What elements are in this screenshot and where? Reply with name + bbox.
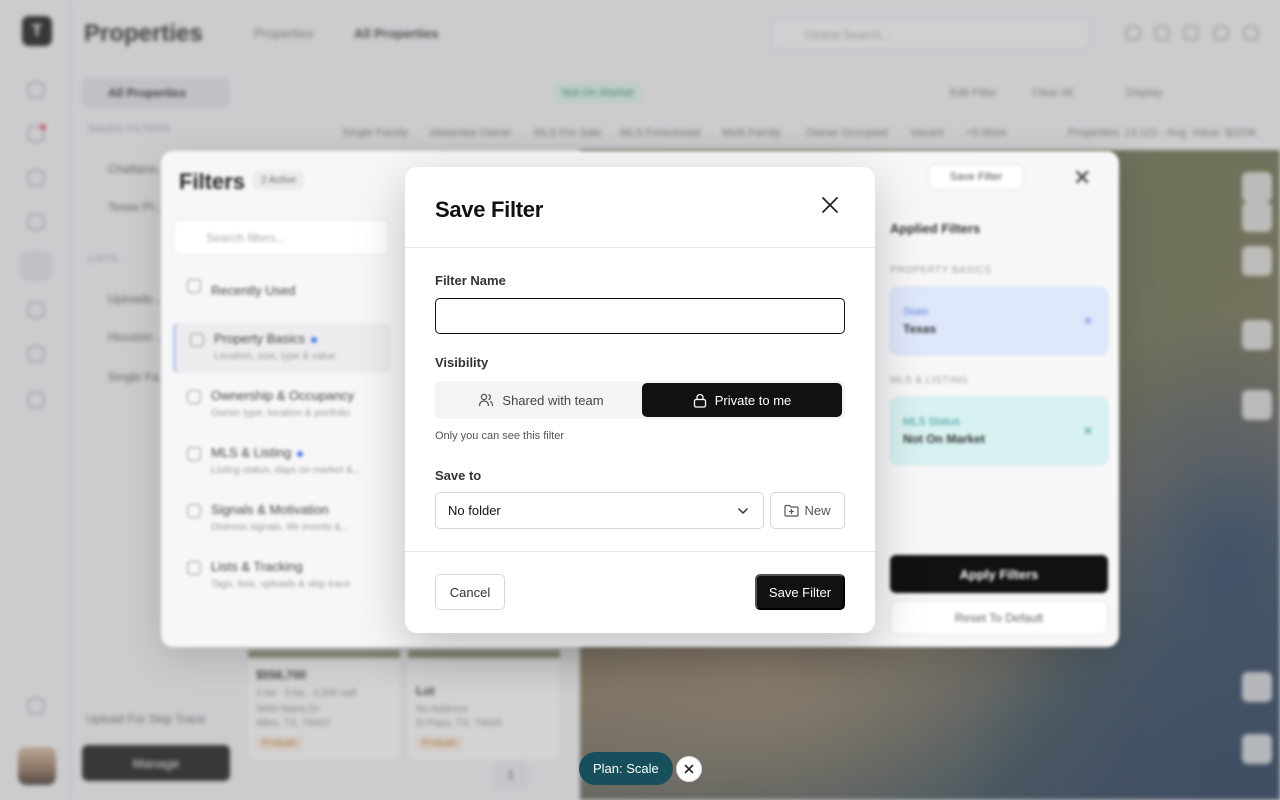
filter-category[interactable]: Signals & Motivation Distress signals, l… (173, 494, 391, 544)
footer-divider (405, 551, 875, 552)
category-title-text: Property Basics (214, 331, 306, 346)
category-subtitle: Listing status, days on market &... (211, 465, 362, 476)
applied-filter-value: Not On Market (903, 432, 986, 446)
filter-category[interactable]: Ownership & Occupancy Owner type, locati… (173, 380, 391, 430)
dialog-title: Save Filter (435, 197, 543, 222)
active-count-badge: 2 Active (253, 171, 305, 190)
folder-select-value: No folder (448, 503, 501, 518)
visibility-hint: Only you can see this filter (435, 430, 565, 442)
folder-select[interactable]: No folder (435, 492, 764, 529)
users-icon (479, 393, 494, 407)
applied-section-label: MLS & LISTING (890, 375, 969, 386)
new-folder-label: New (804, 503, 831, 518)
remove-filter-icon[interactable]: ✕ (1083, 424, 1093, 438)
save-filter-header-button[interactable]: Save Filter (928, 164, 1024, 190)
active-dot (297, 450, 304, 457)
reset-to-default-button[interactable]: Reset To Default (890, 601, 1108, 635)
plan-badge[interactable]: Plan: Scale (579, 752, 673, 785)
applied-filter-key: MLS Status (903, 416, 960, 428)
category-title: Signals & Motivation (211, 502, 329, 517)
remove-filter-icon[interactable]: ✕ (1083, 314, 1093, 328)
close-icon (684, 764, 694, 774)
category-title-text: MLS & Listing (211, 445, 292, 460)
lock-icon (693, 393, 706, 408)
home-icon (190, 333, 204, 347)
filter-category[interactable]: MLS & Listing Listing status, days on ma… (173, 437, 391, 487)
filter-category[interactable]: Lists & Tracking Tags, lists, uploads & … (173, 551, 391, 601)
tag-icon (187, 561, 201, 575)
category-subtitle: Distress signals, life events &... (211, 522, 350, 533)
applied-filter-value: Texas (903, 322, 937, 336)
close-icon (822, 197, 838, 213)
folder-plus-icon (784, 504, 800, 517)
dismiss-plan-button[interactable] (676, 756, 702, 782)
close-dialog-button[interactable] (814, 189, 846, 221)
save-to-label: Save to (435, 468, 482, 483)
visibility-private-option[interactable]: Private to me (642, 383, 842, 417)
apply-filters-button[interactable]: Apply Filters (890, 555, 1108, 593)
new-folder-button[interactable]: New (770, 492, 845, 529)
header-divider (405, 247, 875, 248)
visibility-private-label: Private to me (714, 392, 792, 408)
history-icon (187, 279, 201, 293)
filter-name-input[interactable] (435, 298, 845, 334)
visibility-toggle: Shared with team Private to me (435, 381, 845, 419)
save-filter-button[interactable]: Save Filter (755, 574, 845, 610)
chevron-down-icon (738, 508, 748, 514)
users-icon (187, 390, 201, 404)
visibility-shared-label: Shared with team (502, 392, 604, 408)
recently-used-item[interactable]: Recently Used (173, 269, 391, 319)
save-filter-dialog: Save Filter Filter Name Visibility Share… (405, 167, 875, 633)
applied-filter-key: State (903, 306, 929, 318)
applied-filters-title: Applied Filters (890, 221, 981, 236)
active-dot (311, 336, 318, 343)
filter-category[interactable]: Property Basics Location, size, type & v… (173, 323, 391, 373)
category-title: Lists & Tracking (211, 559, 303, 574)
category-subtitle: Tags, lists, uploads & skip trace (211, 579, 351, 590)
signal-icon (187, 504, 201, 518)
applied-section-label: PROPERTY BASICS (890, 265, 992, 276)
category-subtitle: Location, size, type & value (214, 351, 336, 362)
category-title: Property Basics (214, 331, 318, 346)
category-title: MLS & Listing (211, 445, 304, 460)
list-icon (187, 447, 201, 461)
category-title: Ownership & Occupancy (211, 388, 355, 403)
visibility-label: Visibility (435, 355, 489, 370)
filter-name-label: Filter Name (435, 273, 506, 288)
cancel-button[interactable]: Cancel (435, 574, 505, 610)
filters-title: Filters (179, 169, 246, 194)
visibility-shared-option[interactable]: Shared with team (441, 383, 641, 417)
filter-search-input[interactable]: Search filters... (173, 219, 389, 255)
close-filters-icon[interactable]: ✕ (1073, 165, 1091, 191)
recently-used-label: Recently Used (211, 283, 296, 298)
applied-filter-card[interactable]: MLS Status Not On Market ✕ (890, 397, 1108, 465)
applied-filter-card[interactable]: State Texas ✕ (890, 287, 1108, 355)
category-subtitle: Owner type, location & portfolio (211, 408, 350, 419)
